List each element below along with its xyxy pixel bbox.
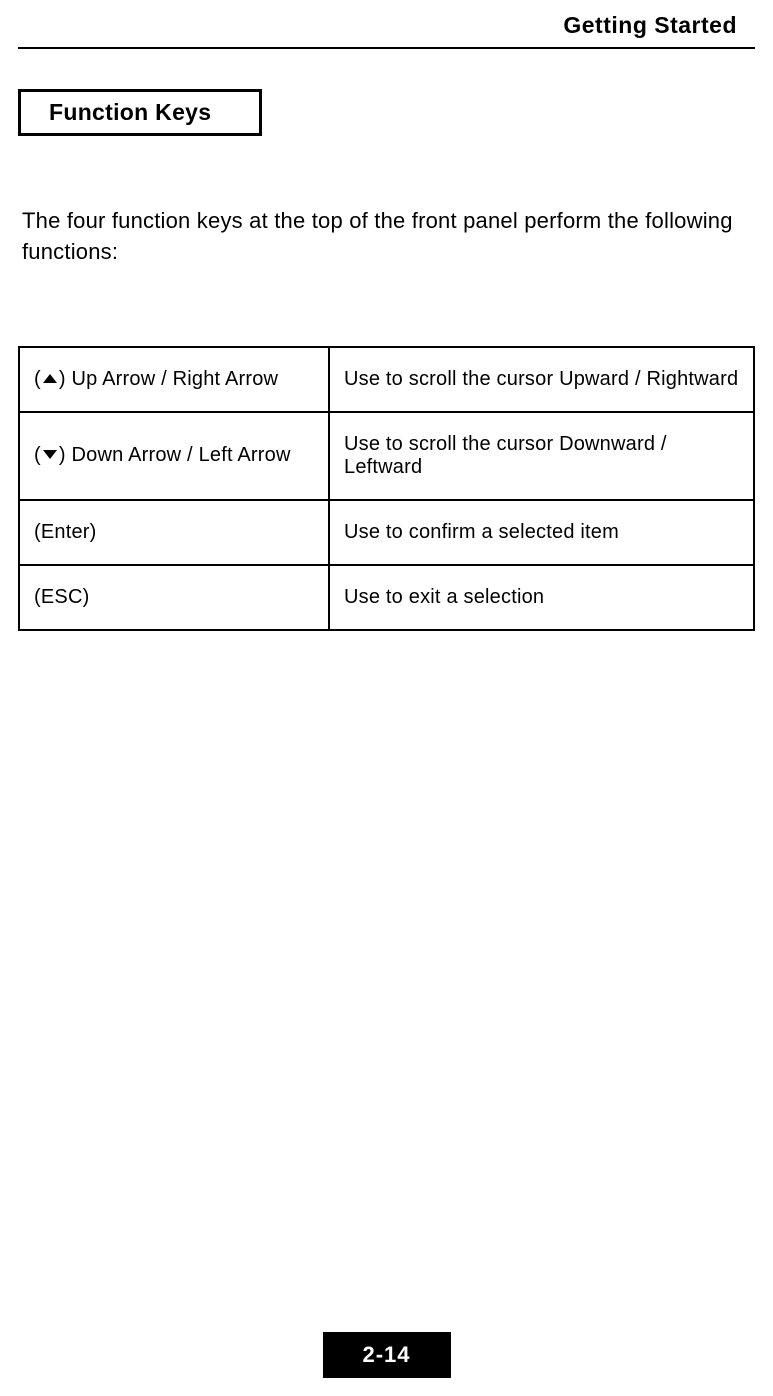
up-arrow-icon [43,374,57,383]
key-suffix: ) Down Arrow / Left Arrow [59,444,291,466]
page-number: 2-14 [362,1342,410,1367]
table-row: (ESC) Use to exit a selection [19,565,754,630]
page-header: Getting Started [18,0,755,49]
function-keys-table: ( ) Up Arrow / Right Arrow Use to scroll t… [18,346,755,631]
key-cell: ( ) Down Arrow / Left Arrow [19,412,329,500]
page-number-box: 2-14 [322,1332,450,1378]
key-suffix: (ESC) [34,586,89,608]
description-cell: Use to confirm a selected item [329,500,754,565]
section-title-box: Function Keys [18,89,262,136]
table-row: ( ) Down Arrow / Left Arrow Use to scroll … [19,412,754,500]
key-prefix: ( [34,444,41,466]
table-row: (Enter) Use to confirm a selected item [19,500,754,565]
intro-paragraph: The four function keys at the top of the… [22,206,755,268]
description-cell: Use to exit a selection [329,565,754,630]
table-row: ( ) Up Arrow / Right Arrow Use to scroll t… [19,347,754,412]
key-suffix: (Enter) [34,521,97,543]
key-cell: (Enter) [19,500,329,565]
down-arrow-icon [43,450,57,459]
intro-text: The four function keys at the top of the… [22,208,733,264]
header-title: Getting Started [563,12,737,38]
description-cell: Use to scroll the cursor Downward / Left… [329,412,754,500]
key-prefix: ( [34,368,41,390]
key-cell: (ESC) [19,565,329,630]
key-suffix: ) Up Arrow / Right Arrow [59,368,278,390]
section-title: Function Keys [49,99,211,125]
description-cell: Use to scroll the cursor Upward / Rightw… [329,347,754,412]
key-cell: ( ) Up Arrow / Right Arrow [19,347,329,412]
